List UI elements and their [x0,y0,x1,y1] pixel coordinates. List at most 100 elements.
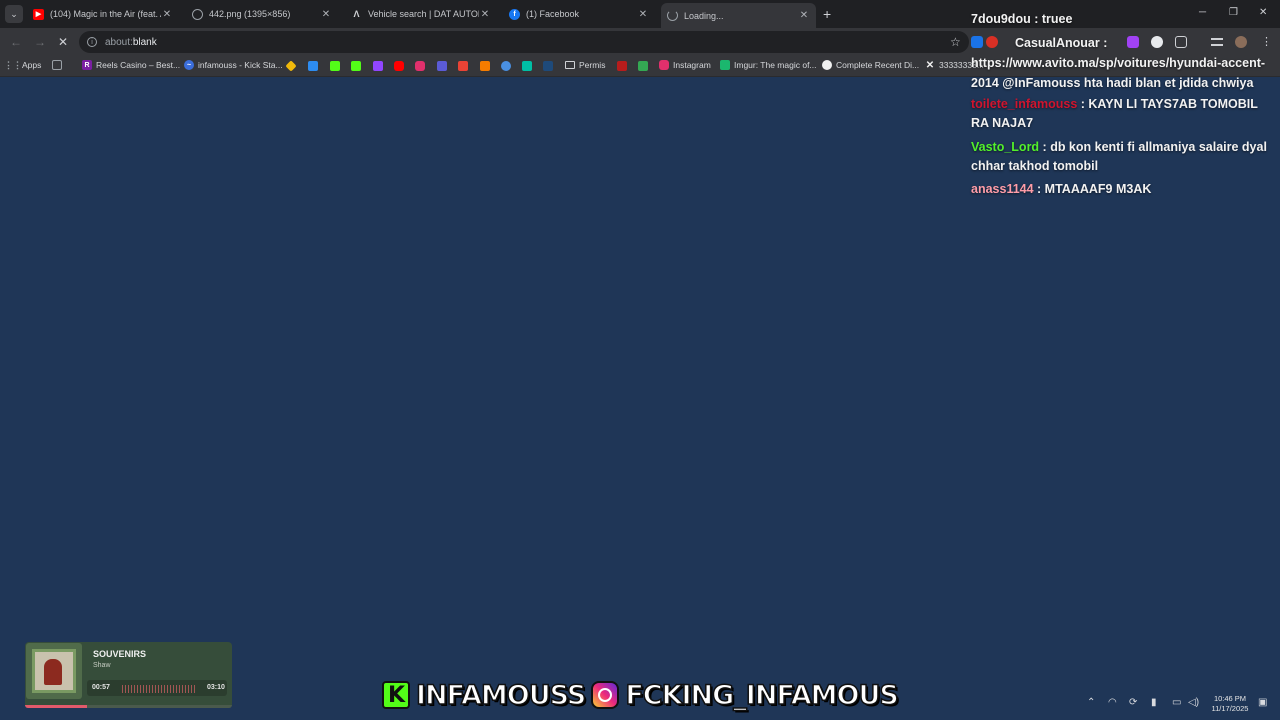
close-icon[interactable]: ✕ [798,10,810,21]
chat-message: toilete_infamouss : KAYN LI TAYS7AB TOMO… [971,97,1258,130]
bookmark-icon[interactable] [480,61,490,71]
tab-title: 442.png (1395×856) [209,9,291,19]
url-scheme: about: [105,36,133,48]
address-bar-url: about:blank [105,37,157,48]
bookmark-label: Reels Casino – Best... [96,60,181,70]
chat-username: toilete_infamouss [971,97,1078,111]
bookmark-label: Apps [22,60,42,70]
chat-message: Vasto_Lord : db kon kenti fi allmaniya s… [971,140,1267,173]
analytics-icon[interactable] [638,61,648,71]
facebook-icon: f [509,8,520,20]
tab-image[interactable]: 442.png (1395×856) ✕ [186,3,338,25]
bookmark-icon[interactable] [308,61,318,71]
bookmark-icon[interactable] [522,61,532,71]
bookmark-grid[interactable] [52,60,66,70]
chat-message: 7dou9dou : truee [971,12,1073,26]
close-icon[interactable]: ✕ [161,9,173,20]
notification-bell-icon[interactable]: ▣ [1258,697,1267,708]
bookmark-permis[interactable]: Permis [565,60,605,70]
chat-text: MTAAAAF9 M3AK [1044,182,1152,196]
tab-title: Vehicle search | DAT AUTOHUS [368,9,479,19]
track-progress [25,705,232,708]
clock-time: 10:46 PM [1213,694,1247,703]
tab-title: Loading... [684,10,724,21]
bookmark-reels-casino[interactable]: R Reels Casino – Best... [82,60,180,70]
bookmark-label: Imgur: The magic of... [734,60,817,70]
close-icon[interactable]: ✕ [479,9,491,20]
chat-username: 7dou9dou [971,12,1031,26]
bookmark-icon[interactable] [617,61,627,71]
system-clock[interactable]: 10:46 PM 11/17/2025 [1207,694,1253,714]
tab-search-button[interactable]: ⌄ [5,5,23,23]
instagram-logo-icon [591,681,620,709]
sync-icon[interactable]: ⟳ [1129,697,1137,708]
bookmark-label: Complete Recent Di... [836,60,920,70]
bookmark-label: Permis [579,60,606,70]
track-title: SOUVENIRS [93,649,147,659]
youtube-icon[interactable] [394,61,404,71]
forward-arrow-icon[interactable]: → [34,35,46,49]
track-progress-fill [25,705,88,708]
close-icon[interactable]: ✕ [637,9,649,20]
kick-stats-icon: ~ [184,60,194,70]
tab-loading[interactable]: Loading... ✕ [661,3,816,28]
bookmark-label: infamouss - Kick Sta... [198,60,283,70]
url-rest: blank [132,36,157,48]
folder-icon [565,61,575,69]
dat-icon: Λ [353,9,360,19]
kick-icon[interactable] [351,61,361,71]
bookmark-imgur[interactable]: Imgur: The magic of... [720,60,817,70]
close-icon[interactable]: ✕ [320,9,332,20]
stop-loading-icon[interactable]: ✕ [58,35,68,49]
grid-icon [52,60,62,70]
x-icon: ✕ [925,59,935,71]
site-info-icon[interactable]: i [87,37,97,47]
track-artist: Shaw [93,662,111,669]
elapsed-time: 00:57 [92,684,110,691]
bookmark-icon[interactable] [543,61,553,71]
track-duration: 03:10 [207,684,225,691]
new-tab-button[interactable]: + [823,6,831,22]
bookmark-star-icon[interactable]: ☆ [950,35,961,49]
bookmark-icon[interactable] [437,61,447,71]
github-icon [822,60,832,70]
bookmark-icon[interactable] [501,61,511,71]
volume-icon[interactable]: ◁) [1188,697,1199,708]
apps-grid-icon: ⋮⋮ [4,59,22,70]
chevron-down-icon: ⌄ [10,8,18,19]
twitch-icon[interactable] [373,61,383,71]
headset-icon[interactable]: ◠ [1108,697,1117,708]
microphone-icon[interactable]: ▮ [1151,697,1157,708]
chat-text: https://www.avito.ma/sp/voitures/hyundai… [971,56,1266,90]
tab-dat-autohus[interactable]: Λ Vehicle search | DAT AUTOHUS ✕ [345,3,497,25]
chat-username: CasualAnouar [1015,36,1100,50]
tab-facebook[interactable]: f (1) Facebook ✕ [503,3,655,25]
globe-icon [192,8,203,20]
instagram-icon [659,60,669,70]
chat-message: anass1144 : MTAAAAF9 M3AK [971,182,1152,196]
imgur-icon [720,60,730,70]
back-arrow-icon[interactable]: ← [10,35,22,49]
bookmark-github[interactable]: Complete Recent Di... [822,60,919,70]
tab-title: (1) Facebook [526,9,580,19]
gmail-icon[interactable] [458,61,468,71]
clock-date: 11/17/2025 [1211,704,1249,713]
bookmark-kick-stats[interactable]: ~ infamouss - Kick Sta... [184,60,283,70]
kick-icon[interactable] [330,61,340,71]
tray-overflow-chevron-icon[interactable]: ⌃ [1087,697,1095,708]
loading-spinner-icon [667,10,678,21]
tab-youtube[interactable]: ▶ (104) Magic in the Air (feat. Ahm ✕ [27,3,179,25]
youtube-icon: ▶ [33,8,44,20]
chat-username: Vasto_Lord [971,140,1040,154]
bookmark-label: Instagram [673,60,711,70]
tab-title: (104) Magic in the Air (feat. Ahm [50,9,161,19]
network-icon[interactable]: ▭ [1172,697,1181,708]
chat-message: CasualAnouar : https://www.avito.ma/sp/v… [971,36,1266,90]
bookmark-instagram[interactable]: Instagram [659,60,711,70]
instagram-icon[interactable] [415,61,425,71]
chat-text: truee [1041,12,1073,26]
chat-username: anass1144 [971,182,1034,196]
address-bar[interactable]: i about:blank [79,31,969,53]
instagram-username: FCKING_INFAMOUS [625,679,900,712]
bookmark-apps[interactable]: ⋮⋮ Apps [4,59,42,71]
